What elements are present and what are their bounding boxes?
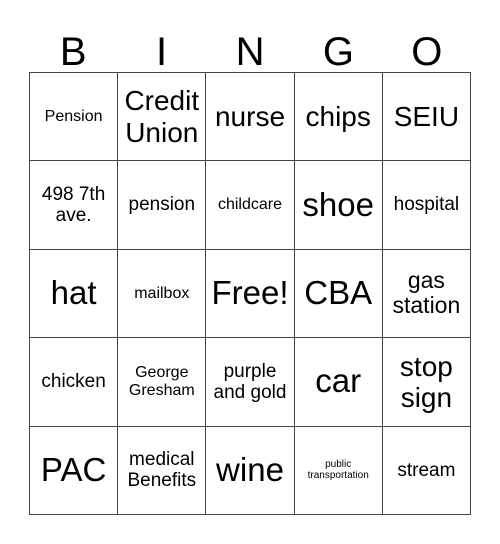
- bingo-card: B I N G O Pension Credit Union nurse chi…: [0, 0, 500, 544]
- bingo-cell-label: car: [315, 362, 362, 400]
- bingo-cell-label: chicken: [41, 371, 106, 393]
- bingo-cell-i4[interactable]: George Gresham: [118, 338, 207, 427]
- bingo-cell-n5[interactable]: wine: [206, 426, 295, 515]
- bingo-cell-label: 498 7th ave.: [41, 183, 106, 227]
- header-letter-n: N: [235, 30, 265, 74]
- bingo-cell-i3[interactable]: mailbox: [118, 249, 207, 339]
- bingo-cell-i2[interactable]: pension: [118, 161, 207, 250]
- bingo-cell-g4[interactable]: car: [294, 338, 383, 427]
- bingo-free-space-label: Free!: [211, 274, 289, 312]
- bingo-cell-label: shoe: [302, 185, 374, 223]
- bingo-cell-g2[interactable]: shoe: [294, 161, 383, 250]
- bingo-cell-label: pension: [128, 194, 196, 216]
- bingo-cell-label: stream: [397, 459, 456, 481]
- bingo-cell-label: SEIU: [393, 101, 460, 133]
- bingo-cell-g5[interactable]: public transportation: [294, 426, 383, 515]
- bingo-cell-b3[interactable]: hat: [30, 249, 119, 339]
- bingo-cell-label: nurse: [214, 101, 286, 133]
- bingo-grid: Pension Credit Union nurse chips SEIU 49…: [29, 72, 471, 515]
- bingo-cell-label: purple and gold: [213, 360, 287, 403]
- bingo-cell-o3[interactable]: gas station: [382, 249, 471, 339]
- bingo-cell-label: Pension: [44, 107, 103, 125]
- bingo-cell-label: stop sign: [399, 350, 453, 413]
- bingo-cell-b2[interactable]: 498 7th ave.: [30, 161, 119, 250]
- bingo-cell-label: hat: [50, 274, 97, 312]
- bingo-cell-o5[interactable]: stream: [382, 426, 471, 515]
- bingo-cell-g3[interactable]: CBA: [294, 249, 383, 339]
- bingo-cell-b5[interactable]: PAC: [30, 426, 119, 515]
- bingo-cell-label: Credit Union: [124, 85, 200, 148]
- header-letter-g: G: [322, 30, 354, 74]
- bingo-cell-b4[interactable]: chicken: [30, 338, 119, 427]
- bingo-cell-label: hospital: [393, 194, 460, 216]
- header-letter-b: B: [59, 30, 87, 74]
- bingo-cell-label: mailbox: [134, 284, 190, 302]
- bingo-cell-b1[interactable]: Pension: [30, 73, 119, 162]
- bingo-cell-label: PAC: [40, 450, 107, 488]
- bingo-header-row: B I N G O: [29, 18, 471, 72]
- bingo-cell-n1[interactable]: nurse: [206, 73, 295, 162]
- bingo-cell-n2[interactable]: childcare: [206, 161, 295, 250]
- bingo-cell-label: gas station: [392, 266, 461, 319]
- bingo-cell-label: chips: [305, 101, 371, 133]
- header-letter-o: O: [411, 30, 443, 74]
- header-letter-i: I: [156, 30, 168, 74]
- bingo-cell-i1[interactable]: Credit Union: [118, 73, 207, 162]
- bingo-cell-label: childcare: [217, 196, 282, 214]
- bingo-cell-free-space[interactable]: Free!: [206, 249, 295, 339]
- bingo-cell-o2[interactable]: hospital: [382, 161, 471, 250]
- bingo-cell-label: George Gresham: [128, 363, 195, 399]
- bingo-cell-label: CBA: [304, 274, 373, 312]
- bingo-cell-label: public transportation: [307, 459, 369, 482]
- bingo-cell-g1[interactable]: chips: [294, 73, 383, 162]
- bingo-cell-n4[interactable]: purple and gold: [206, 338, 295, 427]
- bingo-cell-o4[interactable]: stop sign: [382, 338, 471, 427]
- bingo-cell-label: wine: [216, 450, 284, 488]
- bingo-cell-o1[interactable]: SEIU: [382, 73, 471, 162]
- bingo-cell-label: medical Benefits: [127, 449, 197, 492]
- bingo-cell-i5[interactable]: medical Benefits: [118, 426, 207, 515]
